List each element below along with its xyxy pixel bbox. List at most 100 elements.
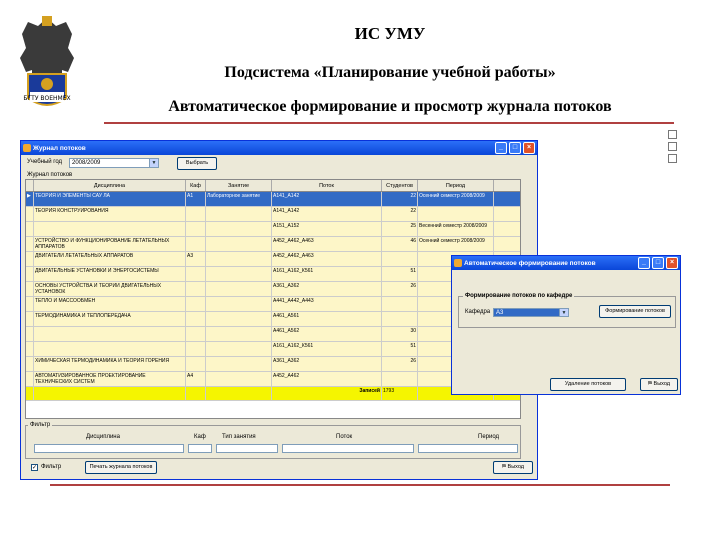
table-cell[interactable]: АВТОМАТИЗИРОВАННОЕ ПРОЕКТИРОВАНИЕ ТЕХНИЧ… xyxy=(34,372,186,386)
col-header[interactable]: Студентов xyxy=(382,180,418,191)
table-cell[interactable] xyxy=(186,222,206,236)
table-cell[interactable]: А4 xyxy=(186,372,206,386)
table-cell[interactable] xyxy=(206,297,272,311)
table-cell[interactable]: Осенний семестр 2008/2009 xyxy=(418,192,494,206)
delete-potoks-button[interactable]: Удаление потоков xyxy=(550,378,626,391)
row-indicator-icon[interactable]: ▶ xyxy=(26,192,34,206)
table-cell[interactable] xyxy=(206,372,272,386)
table-cell[interactable] xyxy=(382,372,418,386)
table-cell[interactable] xyxy=(206,252,272,266)
table-row[interactable]: УСТРОЙСТВО И ФУНКЦИОНИРОВАНИЕ ЛЕТАТЕЛЬНЫ… xyxy=(26,237,520,252)
table-cell[interactable] xyxy=(186,267,206,281)
table-cell[interactable] xyxy=(382,312,418,326)
col-header[interactable]: Период xyxy=(418,180,494,191)
table-cell[interactable]: А151_А152 xyxy=(272,222,382,236)
journal-titlebar[interactable]: Журнал потоков _ □ × xyxy=(21,141,537,155)
table-cell[interactable]: А441_А442_А443 xyxy=(272,297,382,311)
table-row[interactable]: ТЕРМОДИНАМИКА И ТЕПЛОПЕРЕДАЧА А461_А561 xyxy=(26,312,520,327)
maximize-icon[interactable]: □ xyxy=(509,142,521,154)
table-cell[interactable]: ТЕОРИЯ И ЭЛЕМЕНТЫ САУ ЛА xyxy=(34,192,186,206)
popup-exit-button[interactable]: ⛿ Выход xyxy=(640,378,678,391)
table-cell[interactable]: 51 xyxy=(382,267,418,281)
maximize-icon[interactable]: □ xyxy=(652,257,664,269)
table-cell[interactable]: А161_А162_К561 xyxy=(272,267,382,281)
table-cell[interactable]: А361_А362 xyxy=(272,282,382,296)
table-row[interactable]: А461_А562 30 xyxy=(26,327,520,342)
exit-button[interactable]: ⛿ Выход xyxy=(493,461,533,474)
table-cell[interactable]: 26 xyxy=(382,282,418,296)
row-indicator-icon[interactable] xyxy=(26,207,34,221)
chevron-down-icon[interactable]: ▼ xyxy=(559,309,568,316)
table-cell[interactable] xyxy=(206,222,272,236)
table-row[interactable]: ТЕОРИЯ КОНСТРУИРОВАНИЯ А141_А142 22 xyxy=(26,207,520,222)
table-row[interactable]: ОСНОВЫ УСТРОЙСТВА И ТЕОРИИ ДВИГАТЕЛЬНЫХ … xyxy=(26,282,520,297)
table-cell[interactable]: А452_А462_А463 xyxy=(272,252,382,266)
table-cell[interactable] xyxy=(418,207,494,221)
table-cell[interactable]: А3 xyxy=(186,252,206,266)
row-indicator-icon[interactable] xyxy=(26,357,34,371)
table-cell[interactable]: А141_А142 xyxy=(272,207,382,221)
row-indicator-icon[interactable] xyxy=(26,327,34,341)
table-row[interactable]: ТЕПЛО И МАССООБМЕН А441_А442_А443 xyxy=(26,297,520,312)
table-cell[interactable]: 51 xyxy=(382,342,418,356)
table-cell[interactable] xyxy=(34,327,186,341)
popup-titlebar[interactable]: Автоматическое формирование потоков _ □ … xyxy=(452,256,680,270)
table-cell[interactable]: 22 xyxy=(382,207,418,221)
table-cell[interactable] xyxy=(186,237,206,251)
table-cell[interactable]: ДВИГАТЕЛЬНЫЕ УСТАНОВКИ И ЭНЕРГОСИСТЕМЫ xyxy=(34,267,186,281)
table-row[interactable]: АВТОМАТИЗИРОВАННОЕ ПРОЕКТИРОВАНИЕ ТЕХНИЧ… xyxy=(26,372,520,387)
table-row[interactable]: ДВИГАТЕЛИ ЛЕТАТЕЛЬНЫХ АППАРАТОВ А3 А452_А4… xyxy=(26,252,520,267)
select-year-button[interactable]: Выбрать xyxy=(177,157,217,170)
table-cell[interactable]: А461_А562 xyxy=(272,327,382,341)
journal-grid[interactable]: Дисциплина Каф Занятие Поток Студентов П… xyxy=(25,179,521,419)
row-indicator-icon[interactable] xyxy=(26,372,34,386)
table-cell[interactable]: 25 xyxy=(382,222,418,236)
row-indicator-icon[interactable] xyxy=(26,342,34,356)
col-header[interactable]: Занятие xyxy=(206,180,272,191)
table-cell[interactable]: Осенний семестр 2008/2009 xyxy=(418,237,494,251)
table-cell[interactable] xyxy=(382,252,418,266)
filter-period-input[interactable] xyxy=(418,444,518,453)
table-cell[interactable]: УСТРОЙСТВО И ФУНКЦИОНИРОВАНИЕ ЛЕТАТЕЛЬНЫ… xyxy=(34,237,186,251)
table-cell[interactable]: А141_А142 xyxy=(272,192,382,206)
table-cell[interactable]: А161_А162_К561 xyxy=(272,342,382,356)
table-cell[interactable]: ХИМИЧЕСКАЯ ТЕРМОДИНАМИКА И ТЕОРИЯ ГОРЕНИ… xyxy=(34,357,186,371)
row-indicator-icon[interactable] xyxy=(26,222,34,236)
minimize-icon[interactable]: _ xyxy=(638,257,650,269)
table-cell[interactable]: ТЕРМОДИНАМИКА И ТЕПЛОПЕРЕДАЧА xyxy=(34,312,186,326)
table-cell[interactable]: 30 xyxy=(382,327,418,341)
filter-potok-input[interactable] xyxy=(282,444,414,453)
table-row[interactable]: А161_А162_К561 51 xyxy=(26,342,520,357)
filter-discipline-input[interactable] xyxy=(34,444,184,453)
table-cell[interactable] xyxy=(186,312,206,326)
table-cell[interactable] xyxy=(34,342,186,356)
col-header[interactable]: Дисциплина xyxy=(34,180,186,191)
col-header[interactable]: Поток xyxy=(272,180,382,191)
table-cell[interactable]: ДВИГАТЕЛИ ЛЕТАТЕЛЬНЫХ АППАРАТОВ xyxy=(34,252,186,266)
table-cell[interactable]: Лабораторное занятие xyxy=(206,192,272,206)
filter-checkbox[interactable]: ✓ xyxy=(31,464,38,471)
table-cell[interactable] xyxy=(206,312,272,326)
table-cell[interactable]: ТЕПЛО И МАССООБМЕН xyxy=(34,297,186,311)
print-journal-button[interactable]: Печать журнала потоков xyxy=(85,461,157,474)
table-cell[interactable] xyxy=(206,207,272,221)
table-cell[interactable] xyxy=(34,222,186,236)
row-indicator-icon[interactable] xyxy=(26,282,34,296)
filter-kafedra-input[interactable] xyxy=(188,444,212,453)
col-header[interactable]: Каф xyxy=(186,180,206,191)
form-potoks-button[interactable]: Формирование потоков xyxy=(599,305,671,318)
table-cell[interactable]: А452_А462_А463 xyxy=(272,237,382,251)
kafedra-select[interactable]: А3 ▼ xyxy=(493,308,569,317)
table-cell[interactable] xyxy=(206,237,272,251)
table-cell[interactable]: 26 xyxy=(382,357,418,371)
table-cell[interactable]: ТЕОРИЯ КОНСТРУИРОВАНИЯ xyxy=(34,207,186,221)
row-indicator-icon[interactable] xyxy=(26,252,34,266)
table-cell[interactable] xyxy=(206,327,272,341)
table-cell[interactable] xyxy=(186,207,206,221)
filter-type-input[interactable] xyxy=(216,444,278,453)
table-cell[interactable] xyxy=(186,327,206,341)
row-indicator-icon[interactable] xyxy=(26,297,34,311)
table-cell[interactable] xyxy=(206,357,272,371)
table-row[interactable]: ДВИГАТЕЛЬНЫЕ УСТАНОВКИ И ЭНЕРГОСИСТЕМЫ А1… xyxy=(26,267,520,282)
table-cell[interactable] xyxy=(206,267,272,281)
